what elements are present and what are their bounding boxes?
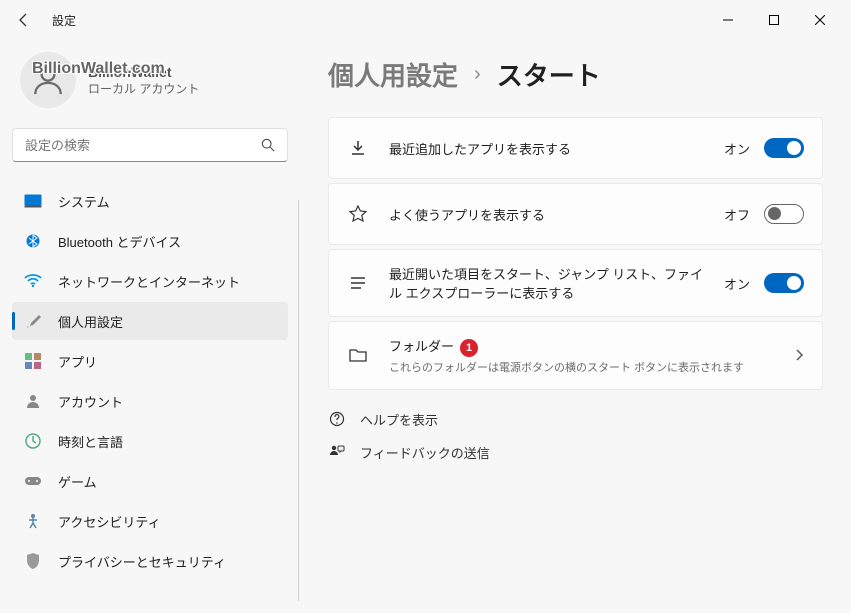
tile-recent-items[interactable]: 最近開いた項目をスタート、ジャンプ リスト、ファイル エクスプローラーに表示する…: [328, 249, 823, 317]
sidebar-item-system[interactable]: システム: [12, 182, 288, 220]
clock-globe-icon: [24, 432, 42, 450]
sidebar-item-label: アプリ: [58, 352, 97, 371]
chevron-right-icon: ›: [474, 63, 481, 86]
link-label: フィードバックの送信: [360, 443, 490, 462]
sidebar-item-label: システム: [58, 192, 110, 211]
shield-icon: [24, 552, 42, 570]
tile-most-used[interactable]: よく使うアプリを表示する オフ: [328, 183, 823, 245]
account-type: ローカル アカウント: [88, 80, 199, 97]
minimize-button[interactable]: [705, 4, 751, 36]
toggle-state-label: オン: [724, 139, 750, 158]
feedback-link[interactable]: フィードバックの送信: [328, 443, 823, 462]
feedback-icon: [328, 443, 346, 461]
toggle-state-label: オフ: [724, 205, 750, 224]
maximize-button[interactable]: [751, 4, 797, 36]
toggle-state-label: オン: [724, 274, 750, 293]
sidebar-item-label: アカウント: [58, 392, 123, 411]
sidebar-item-label: ネットワークとインターネット: [58, 272, 240, 291]
tile-recent-apps[interactable]: 最近追加したアプリを表示する オン: [328, 117, 823, 179]
tile-label: フォルダー1: [389, 336, 794, 357]
search-input[interactable]: [12, 128, 288, 162]
chevron-right-icon: [794, 348, 804, 362]
sidebar-item-gaming[interactable]: ゲーム: [12, 462, 288, 500]
tile-label: 最近開いた項目をスタート、ジャンプ リスト、ファイル エクスプローラーに表示する: [389, 264, 709, 302]
bluetooth-icon: [24, 232, 42, 250]
folder-icon: [347, 347, 369, 363]
sidebar-item-label: 時刻と言語: [58, 432, 123, 451]
breadcrumb: 個人用設定 › スタート: [328, 56, 823, 93]
tile-label: 最近追加したアプリを表示する: [389, 139, 724, 158]
star-icon: [347, 205, 369, 223]
help-icon: [328, 410, 346, 428]
gaming-icon: [24, 472, 42, 490]
avatar: [20, 52, 76, 108]
sidebar-item-label: プライバシーとセキュリティ: [58, 552, 226, 571]
badge: 1: [460, 339, 478, 357]
sidebar-item-label: 個人用設定: [58, 312, 123, 331]
account-block[interactable]: BillionWallet ローカル アカウント BillionWallet.c…: [12, 40, 288, 128]
sidebar-item-time-language[interactable]: 時刻と言語: [12, 422, 288, 460]
close-button[interactable]: [797, 4, 843, 36]
tile-folders[interactable]: フォルダー1 これらのフォルダーは電源ボタンの横のスタート ボタンに表示されます: [328, 321, 823, 390]
accessibility-icon: [24, 512, 42, 530]
breadcrumb-current: スタート: [497, 56, 601, 93]
sidebar-item-personalization[interactable]: 個人用設定: [12, 302, 288, 340]
sidebar-item-label: ゲーム: [58, 472, 97, 491]
user-icon: [24, 392, 42, 410]
sidebar-item-accounts[interactable]: アカウント: [12, 382, 288, 420]
brush-icon: [24, 312, 42, 330]
toggle-recent-items[interactable]: [764, 273, 804, 293]
tile-label: よく使うアプリを表示する: [389, 205, 724, 224]
help-link[interactable]: ヘルプを表示: [328, 410, 823, 429]
apps-icon: [24, 352, 42, 370]
sidebar-divider: [298, 200, 299, 601]
sidebar-item-accessibility[interactable]: アクセシビリティ: [12, 502, 288, 540]
tile-sublabel: これらのフォルダーは電源ボタンの横のスタート ボタンに表示されます: [389, 359, 794, 375]
account-name: BillionWallet: [88, 64, 199, 80]
sidebar-item-privacy[interactable]: プライバシーとセキュリティ: [12, 542, 288, 580]
sidebar-item-apps[interactable]: アプリ: [12, 342, 288, 380]
sidebar-item-label: Bluetooth とデバイス: [58, 232, 181, 251]
breadcrumb-parent[interactable]: 個人用設定: [328, 56, 458, 93]
back-button[interactable]: [8, 4, 40, 36]
search-icon: [261, 138, 275, 152]
link-label: ヘルプを表示: [360, 410, 438, 429]
sidebar-item-bluetooth[interactable]: Bluetooth とデバイス: [12, 222, 288, 260]
wifi-icon: [24, 272, 42, 290]
display-icon: [24, 192, 42, 210]
sidebar-item-network[interactable]: ネットワークとインターネット: [12, 262, 288, 300]
search-field[interactable]: [25, 138, 261, 153]
list-icon: [347, 276, 369, 290]
window-title: 設定: [52, 12, 76, 29]
download-icon: [347, 139, 369, 157]
sidebar-item-label: アクセシビリティ: [58, 512, 161, 531]
toggle-most-used[interactable]: [764, 204, 804, 224]
toggle-recent-apps[interactable]: [764, 138, 804, 158]
